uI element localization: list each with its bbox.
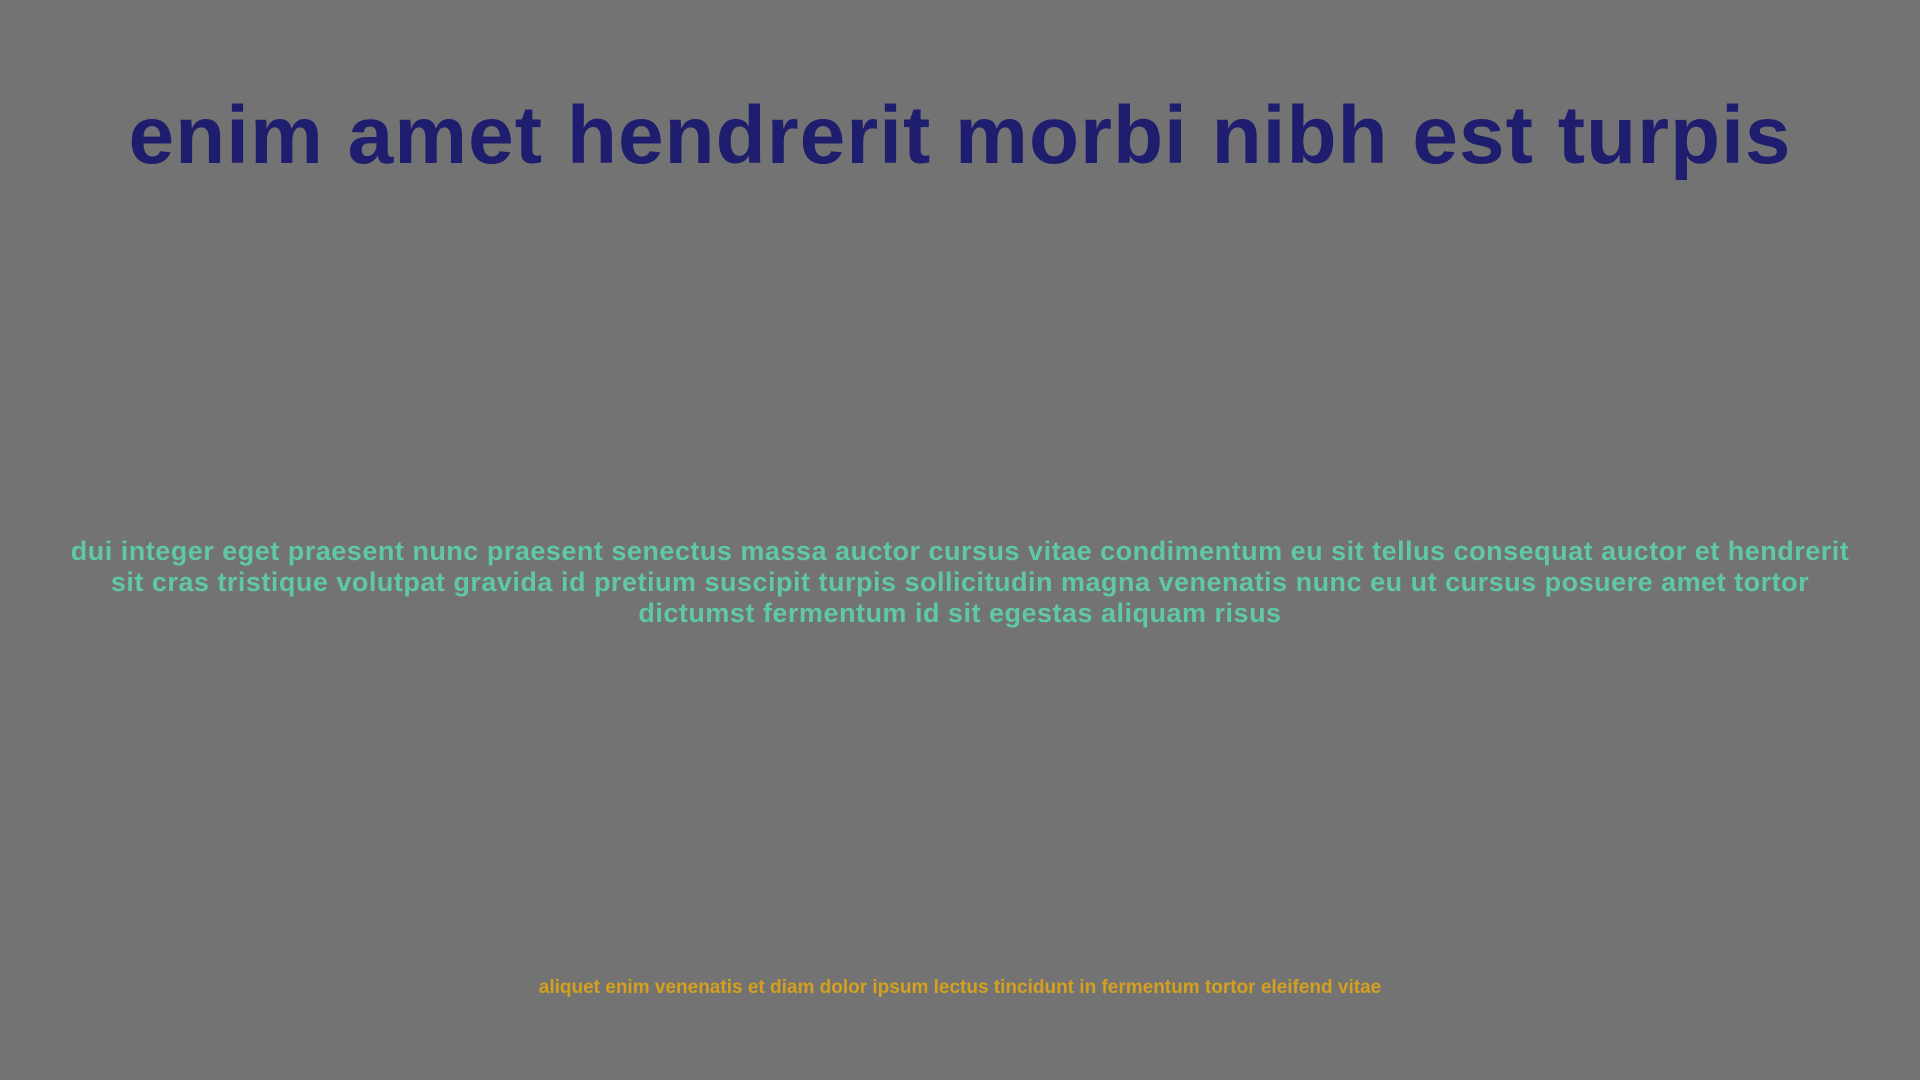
slide-title: enim amet hendrerit morbi nibh est turpi… bbox=[128, 90, 1792, 181]
slide-body-text: dui integer eget praesent nunc praesent … bbox=[70, 536, 1850, 628]
slide-page: enim amet hendrerit morbi nibh est turpi… bbox=[0, 0, 1920, 1080]
slide-footer-text: aliquet enim venenatis et diam dolor ips… bbox=[538, 977, 1382, 998]
